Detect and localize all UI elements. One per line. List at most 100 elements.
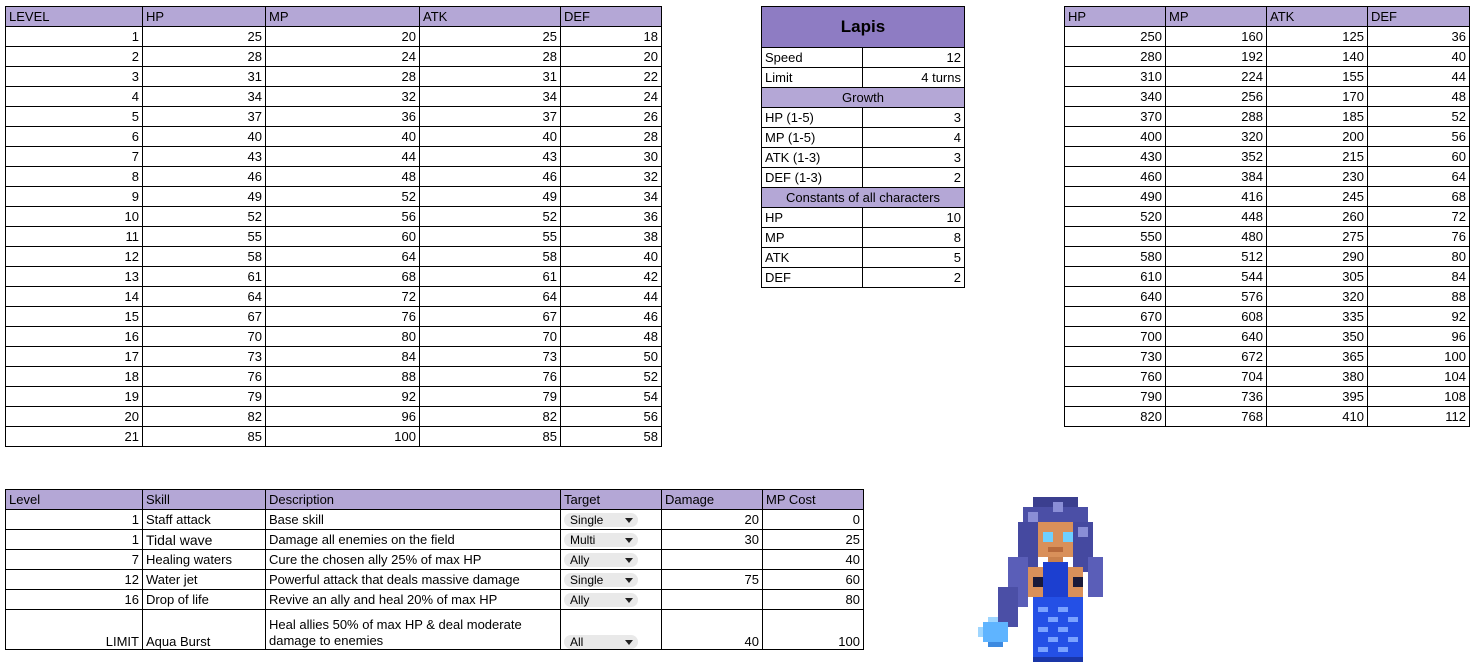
skill-mp-cost[interactable]: 80 [762,589,864,610]
scaled-cell-def[interactable]: 40 [1367,46,1470,67]
level-cell-atk[interactable]: 55 [419,226,561,247]
level-cell-mp[interactable]: 28 [265,66,420,87]
level-cell-mp[interactable]: 24 [265,46,420,67]
scaled-cell-mp[interactable]: 704 [1165,366,1267,387]
level-cell-hp[interactable]: 52 [142,206,266,227]
scaled-cell-atk[interactable]: 365 [1266,346,1368,367]
level-cell-def[interactable]: 54 [560,386,662,407]
skill-name[interactable]: Drop of life [142,589,266,610]
scaled-cell-hp[interactable]: 730 [1064,346,1166,367]
skill-target-cell[interactable]: Single [560,509,662,530]
level-cell-level[interactable]: 11 [5,226,143,247]
constant-label[interactable]: DEF [761,267,863,288]
target-dropdown[interactable]: All [564,635,638,649]
level-cell-level[interactable]: 20 [5,406,143,427]
skill-level[interactable]: 1 [5,509,143,530]
level-cell-atk[interactable]: 73 [419,346,561,367]
skill-damage[interactable] [661,589,763,610]
scaled-cell-atk[interactable]: 170 [1266,86,1368,107]
scaled-cell-mp[interactable]: 608 [1165,306,1267,327]
skill-damage[interactable]: 20 [661,509,763,530]
scaled-cell-atk[interactable]: 275 [1266,226,1368,247]
skill-target-cell[interactable]: Multi [560,529,662,550]
header-hp[interactable]: HP [142,6,266,27]
level-cell-mp[interactable]: 88 [265,366,420,387]
constant-value[interactable]: 2 [862,267,965,288]
growth-value[interactable]: 3 [862,147,965,168]
scaled-cell-atk[interactable]: 125 [1266,26,1368,47]
scaled-cell-def[interactable]: 76 [1367,226,1470,247]
scaled-cell-atk[interactable]: 245 [1266,186,1368,207]
scaled-cell-def[interactable]: 60 [1367,146,1470,167]
scaled-cell-atk[interactable]: 335 [1266,306,1368,327]
speed-label[interactable]: Speed [761,47,863,68]
level-cell-atk[interactable]: 82 [419,406,561,427]
scaled-cell-atk[interactable]: 185 [1266,106,1368,127]
character-name[interactable]: Lapis [761,6,965,48]
scaled-cell-hp[interactable]: 760 [1064,366,1166,387]
scaled-cell-hp[interactable]: 610 [1064,266,1166,287]
skill-mp-cost[interactable]: 60 [762,569,864,590]
level-cell-mp[interactable]: 56 [265,206,420,227]
skill-mp-cost[interactable]: 25 [762,529,864,550]
level-cell-hp[interactable]: 37 [142,106,266,127]
level-cell-mp[interactable]: 48 [265,166,420,187]
scaled-cell-mp[interactable]: 224 [1165,66,1267,87]
scaled-cell-atk[interactable]: 230 [1266,166,1368,187]
level-cell-def[interactable]: 56 [560,406,662,427]
level-cell-level[interactable]: 10 [5,206,143,227]
level-cell-mp[interactable]: 68 [265,266,420,287]
scaled-cell-mp[interactable]: 448 [1165,206,1267,227]
scaled-cell-def[interactable]: 104 [1367,366,1470,387]
growth-label[interactable]: MP (1-5) [761,127,863,148]
level-cell-level[interactable]: 16 [5,326,143,347]
level-cell-mp[interactable]: 36 [265,106,420,127]
limit-value[interactable]: 4 turns [862,67,965,88]
level-cell-level[interactable]: 15 [5,306,143,327]
scaled-cell-atk[interactable]: 320 [1266,286,1368,307]
level-cell-def[interactable]: 40 [560,246,662,267]
scaled-cell-atk[interactable]: 380 [1266,366,1368,387]
scaled-cell-mp[interactable]: 192 [1165,46,1267,67]
scaled-cell-atk[interactable]: 410 [1266,406,1368,427]
growth-value[interactable]: 3 [862,107,965,128]
level-cell-hp[interactable]: 28 [142,46,266,67]
limit-label[interactable]: Limit [761,67,863,88]
level-cell-atk[interactable]: 79 [419,386,561,407]
skill-description[interactable]: Heal allies 50% of max HP & deal moderat… [265,609,561,650]
scaled-cell-def[interactable]: 52 [1367,106,1470,127]
level-cell-def[interactable]: 44 [560,286,662,307]
skills-header-damage[interactable]: Damage [661,489,763,510]
level-cell-atk[interactable]: 34 [419,86,561,107]
level-cell-mp[interactable]: 60 [265,226,420,247]
scaled-cell-hp[interactable]: 400 [1064,126,1166,147]
scaled-cell-hp[interactable]: 670 [1064,306,1166,327]
level-cell-hp[interactable]: 34 [142,86,266,107]
level-cell-hp[interactable]: 46 [142,166,266,187]
skill-description[interactable]: Revive an ally and heal 20% of max HP [265,589,561,610]
level-cell-mp[interactable]: 32 [265,86,420,107]
level-cell-hp[interactable]: 31 [142,66,266,87]
scaled-cell-atk[interactable]: 290 [1266,246,1368,267]
level-cell-hp[interactable]: 64 [142,286,266,307]
level-cell-atk[interactable]: 37 [419,106,561,127]
scaled-cell-mp[interactable]: 160 [1165,26,1267,47]
scaled-cell-mp[interactable]: 288 [1165,106,1267,127]
target-dropdown[interactable]: Ally [564,553,638,568]
skill-description[interactable]: Damage all enemies on the field [265,529,561,550]
scaled-cell-mp[interactable]: 256 [1165,86,1267,107]
constant-value[interactable]: 10 [862,207,965,228]
scaled-cell-hp[interactable]: 280 [1064,46,1166,67]
skills-header-description[interactable]: Description [265,489,561,510]
scaled-header-hp[interactable]: HP [1064,6,1166,27]
scaled-cell-mp[interactable]: 576 [1165,286,1267,307]
scaled-cell-def[interactable]: 88 [1367,286,1470,307]
scaled-cell-mp[interactable]: 480 [1165,226,1267,247]
scaled-cell-hp[interactable]: 820 [1064,406,1166,427]
scaled-cell-atk[interactable]: 215 [1266,146,1368,167]
scaled-cell-def[interactable]: 68 [1367,186,1470,207]
scaled-cell-atk[interactable]: 140 [1266,46,1368,67]
scaled-cell-mp[interactable]: 736 [1165,386,1267,407]
skill-name[interactable]: Water jet [142,569,266,590]
level-cell-hp[interactable]: 55 [142,226,266,247]
